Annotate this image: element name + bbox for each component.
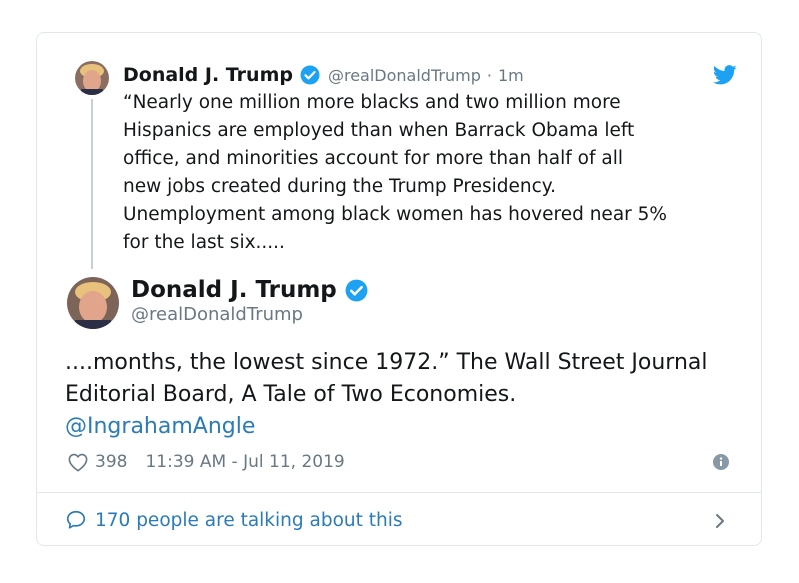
speech-bubble-icon <box>66 510 86 529</box>
main-tweet-avatar[interactable] <box>67 277 119 329</box>
main-tweet-author-name[interactable]: Donald J. Trump <box>131 277 337 303</box>
info-icon[interactable] <box>713 454 729 470</box>
twitter-bird-icon[interactable] <box>713 65 737 85</box>
tweet-meta-row: 398 11:39 AM - Jul 11, 2019 <box>67 450 345 474</box>
main-tweet-text-block: ....months, the lowest since 1972.” The … <box>65 347 745 443</box>
verified-badge-icon <box>345 279 368 301</box>
quoted-tweet-avatar[interactable] <box>75 61 109 95</box>
conversation-link[interactable]: 170 people are talking about this <box>65 503 735 537</box>
header-separator: · <box>486 65 492 85</box>
quoted-tweet-author-name[interactable]: Donald J. Trump <box>123 64 293 86</box>
thread-connector-line <box>91 99 93 269</box>
quoted-tweet-header: Donald J. Trump @realDonaldTrump · 1m <box>123 61 524 89</box>
verified-badge-icon <box>300 65 320 85</box>
embedded-tweet-card: Donald J. Trump @realDonaldTrump · 1m “N… <box>36 32 762 546</box>
mention-link[interactable]: @IngrahamAngle <box>65 411 745 443</box>
conversation-label[interactable]: 170 people are talking about this <box>95 510 403 531</box>
footer-divider <box>37 492 761 493</box>
main-tweet-name-row: Donald J. Trump <box>131 275 368 305</box>
heart-icon[interactable] <box>67 452 89 472</box>
chevron-right-icon[interactable] <box>713 512 727 530</box>
quoted-tweet-handle[interactable]: @realDonaldTrump <box>328 66 481 85</box>
main-tweet-text: ....months, the lowest since 1972.” The … <box>65 350 708 407</box>
tweet-timestamp[interactable]: 11:39 AM - Jul 11, 2019 <box>145 452 344 472</box>
quoted-tweet-text: “Nearly one million more blacks and two … <box>123 92 667 253</box>
like-count[interactable]: 398 <box>95 452 127 472</box>
quoted-tweet-time[interactable]: 1m <box>498 66 524 85</box>
main-tweet-handle[interactable]: @realDonaldTrump <box>131 304 303 325</box>
